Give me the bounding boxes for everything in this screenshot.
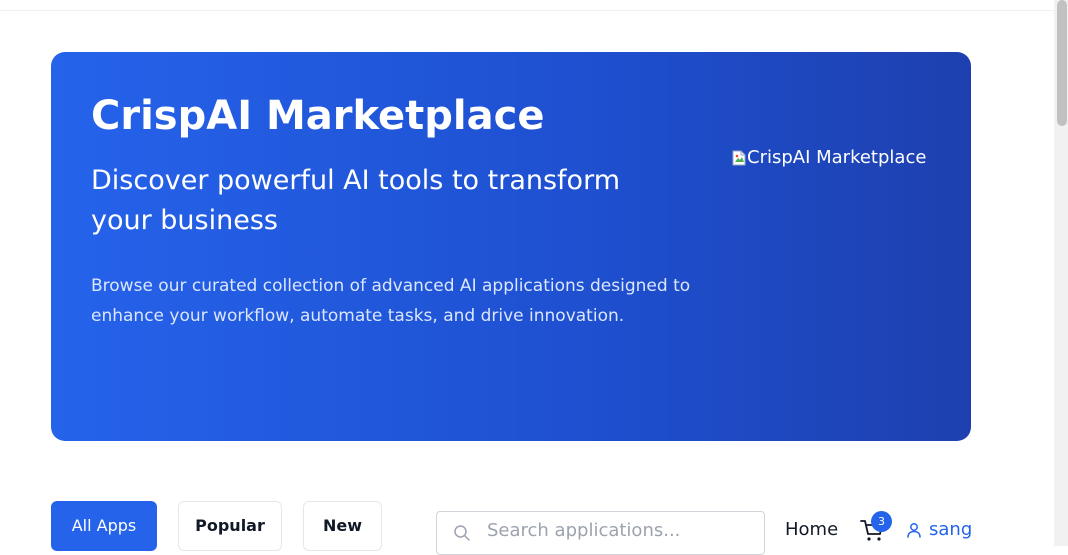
hero-image: CrispAI Marketplace (732, 147, 926, 168)
tab-all-apps[interactable]: All Apps (51, 501, 157, 551)
cart-count-badge: 3 (871, 511, 892, 532)
hero-banner: CrispAI Marketplace Discover powerful AI… (51, 52, 971, 441)
tab-new[interactable]: New (303, 501, 382, 551)
hero-title: CrispAI Marketplace (91, 93, 545, 139)
top-divider (0, 10, 1054, 11)
nav-home-link[interactable]: Home (785, 519, 838, 540)
username: sang (929, 519, 973, 540)
search-input[interactable] (487, 519, 747, 541)
scrollbar-thumb[interactable] (1057, 0, 1067, 126)
broken-image-icon (732, 150, 746, 165)
cart-button[interactable]: 3 (859, 511, 892, 545)
user-menu[interactable]: sang (906, 519, 972, 540)
search-icon (454, 525, 470, 541)
user-icon (907, 522, 921, 538)
hero-subtitle: Discover powerful AI tools to transform … (91, 165, 620, 236)
search-box[interactable] (436, 511, 765, 555)
filter-tabs: All Apps Popular New (51, 501, 403, 551)
tab-popular[interactable]: Popular (178, 501, 282, 551)
hero-image-alt-text: CrispAI Marketplace (747, 147, 927, 168)
scrollbar[interactable] (1054, 0, 1068, 546)
hero-description: Browse our curated collection of advance… (91, 276, 691, 326)
